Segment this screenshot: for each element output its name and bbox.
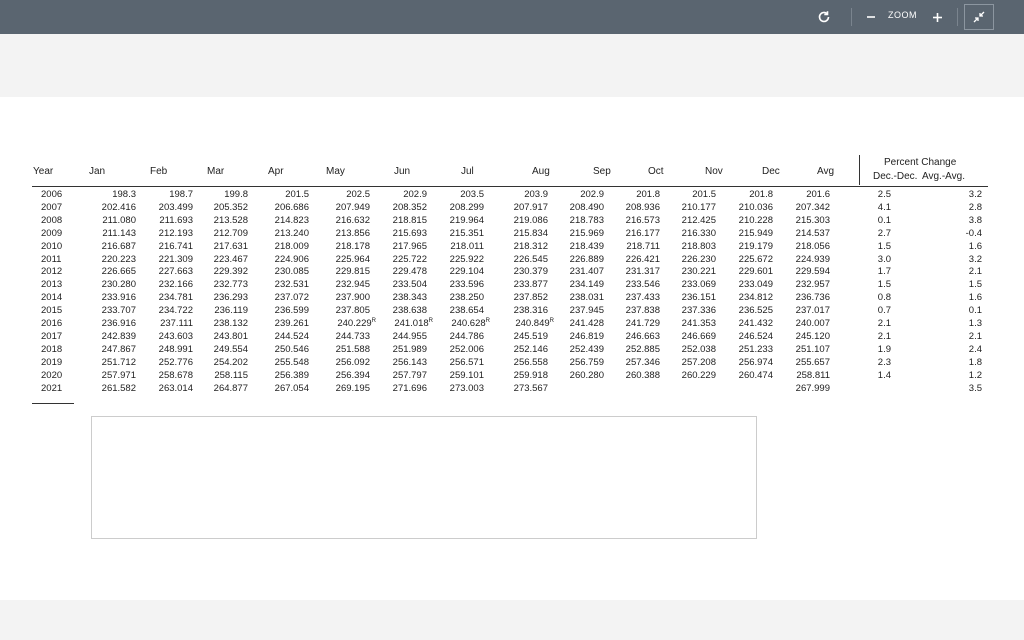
table-cell: 273.567 <box>513 382 548 394</box>
blank-content-box <box>91 416 757 539</box>
column-header: Oct <box>648 166 664 177</box>
table-cell: 3.5 <box>968 382 982 394</box>
table-cell: 1.5 <box>877 240 891 252</box>
footer-bar <box>0 600 1024 640</box>
percent-change-header: Percent Change <box>884 157 957 168</box>
refresh-button[interactable] <box>812 5 836 29</box>
column-header: Jun <box>394 166 411 177</box>
column-header: May <box>326 166 345 177</box>
percent-change-divider <box>859 155 860 185</box>
collapse-button[interactable] <box>964 4 994 30</box>
year-2020-underline <box>32 403 74 404</box>
zoom-in-icon <box>932 12 942 22</box>
header-rule <box>32 186 988 187</box>
column-header: Feb <box>150 166 168 177</box>
table-cell: 0.8 <box>877 292 891 304</box>
table-cell: 1.2 <box>968 369 982 381</box>
table-cell: 3.2 <box>968 253 982 265</box>
refresh-icon <box>818 11 830 23</box>
table-cell: 0.1 <box>877 214 891 226</box>
column-header: Jan <box>89 166 106 177</box>
table-cell: 4.1 <box>877 201 891 213</box>
table-cell: 2.1 <box>877 318 891 329</box>
table-cell: 1.4 <box>877 369 891 381</box>
table-cell: -0.4 <box>965 227 982 239</box>
table-cell: 2.8 <box>968 201 982 213</box>
toolbar-divider <box>957 8 958 26</box>
collapse-icon <box>973 11 985 23</box>
table-cell: 2.3 <box>877 356 891 368</box>
zoom-out-icon <box>867 16 875 18</box>
table-cell: 1.8 <box>968 356 982 368</box>
table-cell: 0.1 <box>968 305 982 317</box>
column-header: Aug <box>532 166 550 177</box>
table-cell: 2.1 <box>968 330 982 342</box>
column-header: Nov <box>705 166 723 177</box>
zoom-in-button[interactable] <box>928 5 946 29</box>
table-cell: 2.7 <box>877 227 891 239</box>
column-header: Jul <box>461 166 474 177</box>
column-header: Mar <box>207 166 225 177</box>
table-cell: 1.6 <box>968 240 982 252</box>
table-cell: 1.3 <box>968 318 982 329</box>
top-toolbar: ZOOM <box>0 0 1024 34</box>
table-cell: 0.7 <box>877 305 891 317</box>
percent-change-sub-dec: Dec.-Dec. <box>873 171 918 182</box>
zoom-label: ZOOM <box>888 10 917 20</box>
zoom-out-button[interactable] <box>862 5 880 29</box>
table-cell: 1.9 <box>877 343 891 355</box>
column-header: Sep <box>593 166 611 177</box>
table-cell: 2.5 <box>877 189 891 200</box>
column-header: Dec <box>762 166 780 177</box>
table-cell: 3.8 <box>968 214 982 226</box>
column-header: Year <box>33 166 54 177</box>
table-cell: 1.7 <box>877 266 891 278</box>
column-header: Avg <box>817 166 835 177</box>
table-cell: 267.999 <box>795 382 830 394</box>
table-cell: 2.4 <box>968 343 982 355</box>
table-cell: 1.5 <box>968 279 982 291</box>
toolbar-divider <box>851 8 852 26</box>
table-cell: 2.1 <box>877 330 891 342</box>
table-cell: 3.0 <box>877 253 891 265</box>
column-header: Apr <box>268 166 284 177</box>
percent-change-sub-avg: Avg.-Avg. <box>922 171 965 182</box>
secondary-bar <box>0 34 1024 97</box>
table-cell: 1.6 <box>968 292 982 304</box>
table-cell: 2.1 <box>968 266 982 278</box>
table-cell: 1.5 <box>877 279 891 291</box>
table-cell: 3.2 <box>968 189 982 200</box>
